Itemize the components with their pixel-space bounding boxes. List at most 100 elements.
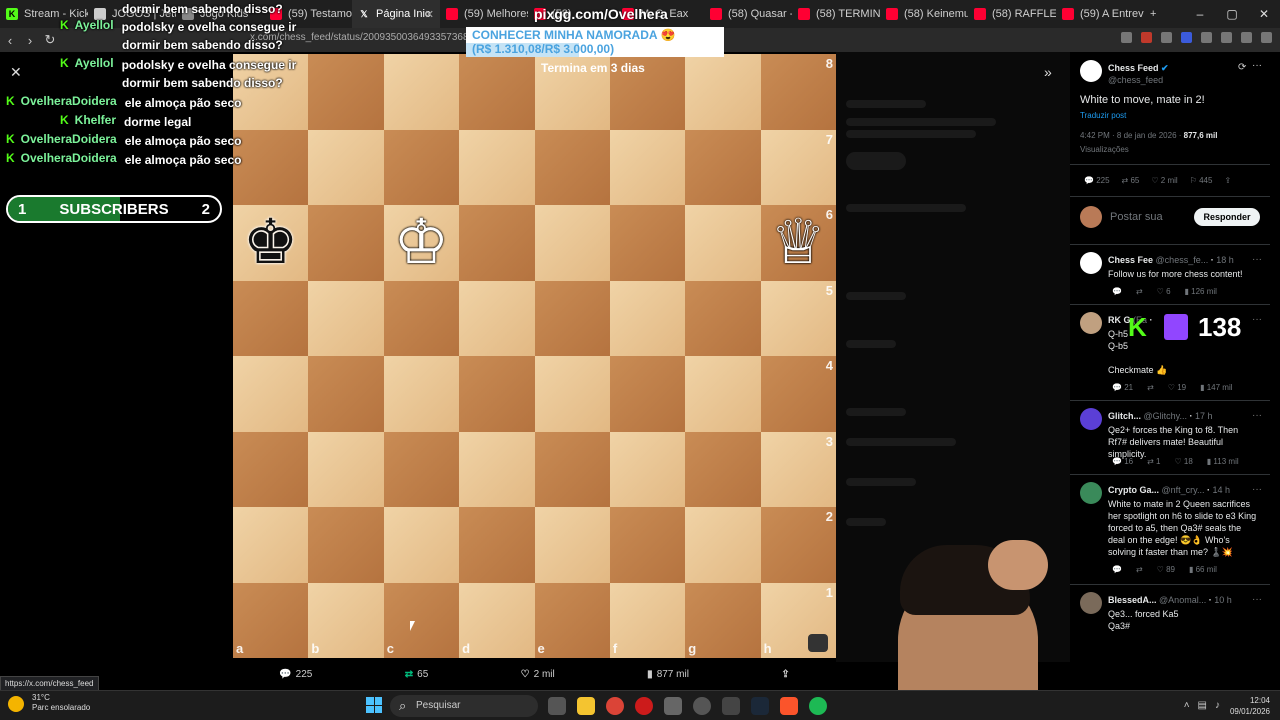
- heart-icon: ♡: [520, 668, 530, 680]
- extension-icon[interactable]: [1201, 32, 1212, 43]
- views-icon[interactable]: ▮ 147 mil: [1200, 383, 1232, 392]
- app-icon[interactable]: [664, 697, 682, 715]
- avatar[interactable]: [1080, 592, 1102, 614]
- extension-icon[interactable]: [1121, 32, 1132, 43]
- tweet-author[interactable]: Chess Feed ✔: [1108, 63, 1169, 74]
- reply-input[interactable]: Postar sua: [1110, 211, 1163, 223]
- share-action[interactable]: ⇪: [781, 669, 789, 680]
- avatar[interactable]: [1080, 408, 1102, 430]
- like-action[interactable]: ♡ 2 mil: [521, 669, 555, 680]
- like-count[interactable]: ♡ 2 mil: [1151, 176, 1177, 185]
- views-icon[interactable]: ▮ 113 mil: [1207, 457, 1239, 466]
- repost-icon[interactable]: ⇄: [1147, 383, 1154, 392]
- tab-label: (59) Testamos c: [288, 8, 352, 20]
- extension-icon[interactable]: [1221, 32, 1232, 43]
- browser-tab[interactable]: (59) Melhores F: [440, 0, 528, 28]
- close-window-button[interactable]: ✕: [1248, 0, 1280, 28]
- new-tab-button[interactable]: +: [1144, 0, 1168, 28]
- reply-author[interactable]: BlessedA... @Anomal... · 10 h: [1108, 595, 1232, 605]
- close-tab-icon[interactable]: ✕: [425, 8, 434, 21]
- views-icon[interactable]: ▮ 126 mil: [1185, 287, 1217, 296]
- square-a4: [233, 356, 309, 432]
- translate-link[interactable]: Traduzir post: [1080, 110, 1126, 122]
- brave-icon[interactable]: [780, 697, 798, 715]
- reply-icon[interactable]: 💬 21: [1112, 383, 1133, 392]
- more-icon[interactable]: ···: [1252, 410, 1262, 421]
- extension-icon[interactable]: [1141, 32, 1152, 43]
- heart-icon[interactable]: ♡ 89: [1157, 565, 1175, 574]
- views-icon[interactable]: ▮ 66 mil: [1189, 565, 1217, 574]
- heart-icon[interactable]: ♡ 18: [1174, 457, 1192, 466]
- extension-icon[interactable]: [1161, 32, 1172, 43]
- network-icon[interactable]: ▤: [1198, 700, 1207, 711]
- avatar[interactable]: [1080, 482, 1102, 504]
- browser-tab[interactable]: 𝕏 Página Inic ✕: [352, 0, 440, 28]
- expand-panel-icon[interactable]: »: [1044, 64, 1052, 80]
- views-action[interactable]: ▮ 877 mil: [647, 669, 689, 680]
- grok-icon[interactable]: ⟳: [1238, 62, 1246, 73]
- more-icon[interactable]: ···: [1252, 254, 1262, 265]
- browser-tab[interactable]: (58) TERMINAI: [792, 0, 880, 28]
- square-e7: [534, 129, 610, 205]
- reload-icon[interactable]: ↻: [40, 32, 60, 48]
- more-icon[interactable]: ···: [1252, 594, 1262, 605]
- opera-icon[interactable]: [635, 697, 653, 715]
- repost-icon[interactable]: ⇄: [1136, 287, 1143, 296]
- tweet-handle[interactable]: @chess_feed: [1108, 75, 1163, 85]
- tab-label: (58) TERMINAI: [816, 8, 880, 20]
- repost-count[interactable]: ⇄ 65: [1122, 176, 1140, 185]
- back-icon[interactable]: ‹: [0, 33, 20, 48]
- task-view-icon[interactable]: [548, 697, 566, 715]
- volume-icon[interactable]: ♪: [1215, 700, 1220, 711]
- browser-tab[interactable]: (58) RAFFLES D: [968, 0, 1056, 28]
- bookmark-count[interactable]: ⚐ 445: [1190, 176, 1213, 185]
- avatar[interactable]: [1080, 252, 1102, 274]
- reply-author[interactable]: Chess Fee @chess_fe... · 18 h: [1108, 255, 1234, 265]
- share-icon[interactable]: ⇪: [1224, 176, 1231, 185]
- clock[interactable]: 12:04 09/01/2026: [1230, 695, 1270, 717]
- reply-icon[interactable]: 💬: [1112, 287, 1122, 296]
- browser-tab[interactable]: (59) A Entrevist: [1056, 0, 1144, 28]
- weather-widget[interactable]: 31°C Parc ensolarado: [8, 693, 90, 713]
- close-photo-icon[interactable]: ✕: [10, 64, 22, 81]
- steam-icon[interactable]: [751, 697, 769, 715]
- reply-action[interactable]: 💬 225: [279, 669, 312, 680]
- browser-tab[interactable]: (58) Keinemusi: [880, 0, 968, 28]
- minimize-button[interactable]: –: [1184, 0, 1216, 28]
- avatar[interactable]: [1080, 60, 1102, 82]
- heart-icon[interactable]: ♡ 6: [1157, 287, 1171, 296]
- square-b4: [308, 356, 384, 432]
- avatar[interactable]: [1080, 312, 1102, 334]
- extension-icon[interactable]: [1241, 32, 1252, 43]
- browser-tab[interactable]: (58) Quasar - I: [704, 0, 792, 28]
- chat-text: podolsky e ovelha consegue ir: [121, 58, 297, 72]
- forward-icon[interactable]: ›: [20, 33, 40, 48]
- chrome-icon[interactable]: [606, 697, 624, 715]
- reply-button[interactable]: Responder: [1194, 208, 1260, 226]
- maximize-button[interactable]: ▢: [1216, 0, 1248, 28]
- heart-icon[interactable]: ♡ 19: [1168, 383, 1186, 392]
- spotify-icon[interactable]: [809, 697, 827, 715]
- taskbar-search[interactable]: Pesquisar: [390, 695, 538, 717]
- chevron-up-icon[interactable]: ˄: [1184, 700, 1190, 711]
- reply-icon[interactable]: 💬 16: [1112, 457, 1133, 466]
- repost-icon[interactable]: ⇄ 1: [1147, 457, 1160, 466]
- repost-icon[interactable]: ⇄: [1136, 565, 1143, 574]
- more-icon[interactable]: ···: [1252, 314, 1262, 325]
- reply-author[interactable]: Crypto Ga... @nft_cry... · 14 h: [1108, 485, 1230, 495]
- reply-count[interactable]: 💬 225: [1084, 176, 1110, 185]
- alt-text-button[interactable]: [808, 634, 828, 652]
- extension-icon[interactable]: [1261, 32, 1272, 43]
- app-icon[interactable]: [693, 697, 711, 715]
- app-icon[interactable]: [722, 697, 740, 715]
- youtube-icon: [446, 8, 458, 20]
- extension-icon[interactable]: [1181, 32, 1192, 43]
- reply-icon[interactable]: 💬: [1112, 565, 1122, 574]
- more-icon[interactable]: ···: [1252, 60, 1262, 71]
- reply-author[interactable]: Glitch... @Glitchy... · 17 h: [1108, 411, 1213, 421]
- start-button[interactable]: [366, 697, 382, 713]
- more-icon[interactable]: ···: [1252, 484, 1262, 495]
- square-c4: [383, 356, 460, 432]
- file-explorer-icon[interactable]: [577, 697, 595, 715]
- repost-action[interactable]: ⇄ 65: [405, 669, 429, 680]
